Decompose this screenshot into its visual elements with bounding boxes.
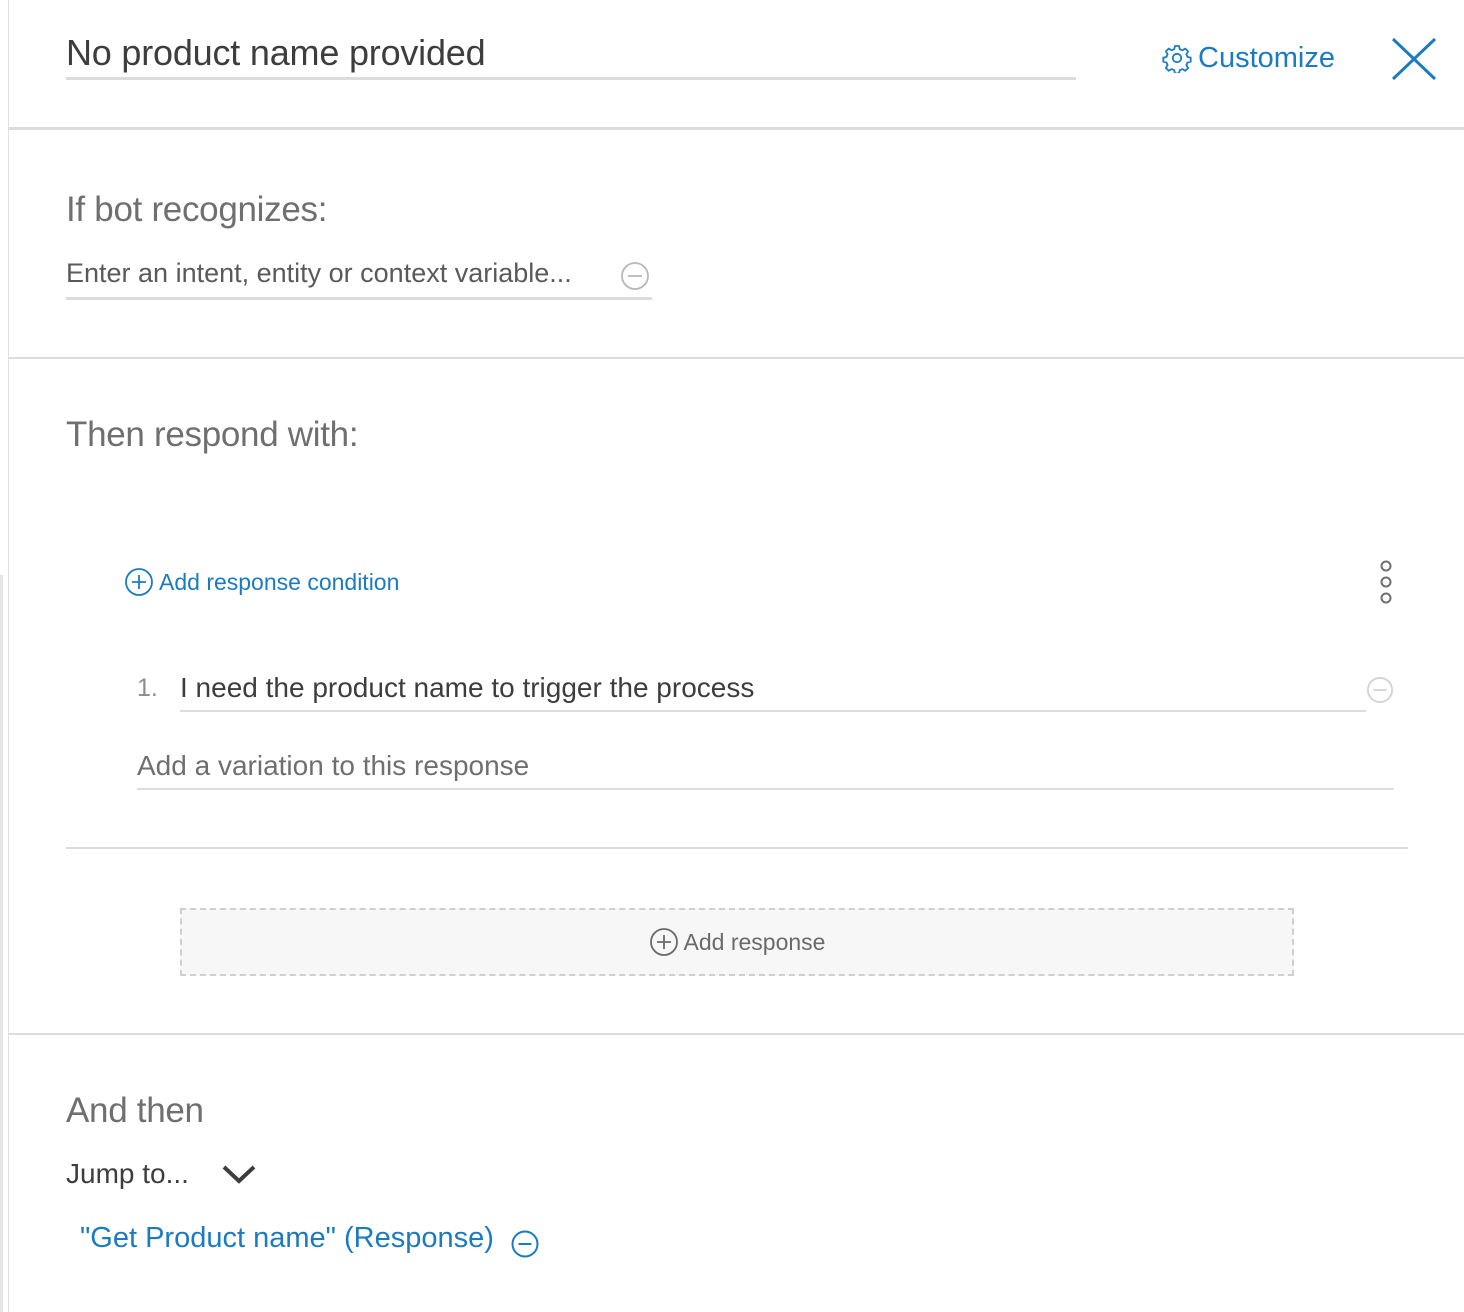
- customize-button[interactable]: Customize: [1162, 40, 1335, 76]
- jump-to-dropdown[interactable]: Jump to...: [66, 1158, 257, 1190]
- chevron-down-icon: [222, 1165, 256, 1184]
- add-response-condition-label: Add response condition: [159, 568, 400, 595]
- condition-heading: If bot recognizes:: [66, 190, 328, 229]
- add-response-label: Add response: [683, 928, 826, 955]
- left-panel-scroll-edge: [0, 575, 3, 1312]
- remove-condition-icon[interactable]: [620, 261, 650, 291]
- add-variation-input[interactable]: Add a variation to this response: [137, 744, 1394, 790]
- response-text-input[interactable]: I need the product name to trigger the p…: [180, 666, 1366, 712]
- condition-input[interactable]: Enter an intent, entity or context varia…: [66, 254, 652, 300]
- add-response-button[interactable]: Add response: [180, 908, 1294, 976]
- plus-circle-icon: [649, 928, 678, 956]
- close-icon[interactable]: [1390, 36, 1438, 82]
- jump-to-label: Jump to...: [66, 1158, 189, 1189]
- plus-circle-icon: [125, 568, 153, 596]
- remove-jump-target-icon[interactable]: [510, 1229, 540, 1259]
- add-response-condition-button[interactable]: Add response condition: [124, 567, 399, 597]
- section-divider: [9, 1033, 1464, 1035]
- response-number: 1.: [137, 674, 158, 702]
- customize-label: Customize: [1198, 41, 1335, 74]
- remove-response-icon[interactable]: [1366, 676, 1394, 704]
- gear-icon: [1162, 45, 1192, 73]
- header-divider: [9, 127, 1464, 130]
- section-divider: [9, 357, 1464, 359]
- response-heading: Then respond with:: [66, 415, 359, 454]
- response-divider: [66, 847, 1408, 849]
- jump-target-link[interactable]: "Get Product name" (Response): [80, 1222, 494, 1255]
- kebab-menu-icon[interactable]: [1372, 558, 1400, 608]
- node-name-input[interactable]: No product name provided: [66, 26, 1076, 80]
- and-then-heading: And then: [66, 1091, 204, 1130]
